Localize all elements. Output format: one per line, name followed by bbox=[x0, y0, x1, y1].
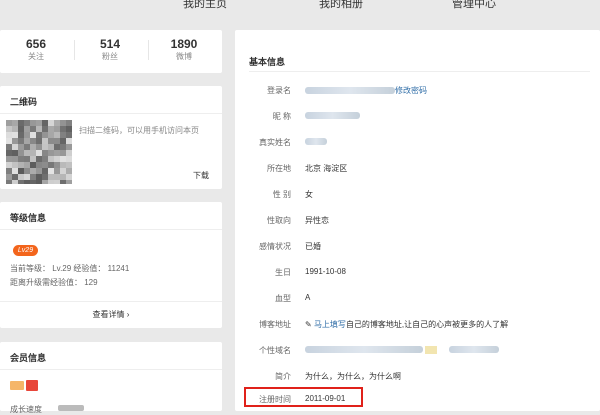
tab-admin-center[interactable]: 管理中心 bbox=[452, 0, 496, 11]
label-login: 登录名 bbox=[267, 86, 291, 95]
divider bbox=[249, 71, 590, 72]
blog-hint: 自己的博客地址,让自己的心声被更多的人了解 bbox=[345, 320, 509, 329]
divider bbox=[0, 113, 222, 114]
basic-info-panel: 基本信息 登录名 修改密码 昵 称 真实姓名 所在地 北京 海淀区 性 别 女 … bbox=[235, 30, 600, 411]
label-location: 所在地 bbox=[267, 164, 291, 173]
blurred-text bbox=[449, 346, 500, 354]
blurred-text bbox=[305, 87, 395, 95]
label-gender: 性 别 bbox=[272, 190, 291, 199]
member-icon bbox=[10, 381, 24, 390]
value-birthday: 1991-10-08 bbox=[305, 267, 346, 276]
qr-pixel bbox=[66, 180, 72, 184]
stat-value: 1890 bbox=[170, 37, 198, 51]
value-bloodtype: A bbox=[305, 293, 311, 302]
blurred-text bbox=[305, 138, 327, 146]
label-nickname: 昵 称 bbox=[272, 112, 291, 121]
value-register-time: 2011-09-01 bbox=[305, 394, 346, 403]
qr-panel: 二维码 扫描二维码，可以用手机访问本页 下载 bbox=[0, 86, 222, 189]
tab-my-album[interactable]: 我的相册 bbox=[319, 0, 363, 11]
label-orientation: 性取向 bbox=[267, 216, 291, 225]
blurred-text bbox=[305, 112, 360, 120]
tab-my-home[interactable]: 我的主页 bbox=[183, 0, 227, 11]
pencil-icon: ✎ bbox=[305, 320, 312, 329]
change-password-link[interactable]: 修改密码 bbox=[395, 86, 427, 95]
top-nav: 我的主页 我的相册 管理中心 bbox=[0, 0, 600, 16]
divider bbox=[0, 369, 222, 370]
value-intro: 为什么，为什么，为什么啊 bbox=[305, 372, 401, 381]
member-vip-icon bbox=[26, 380, 38, 391]
label-birthday: 生日 bbox=[275, 268, 291, 277]
blurred-text bbox=[305, 346, 423, 354]
value-orientation: 异性恋 bbox=[305, 216, 329, 225]
label-blog: 博客地址 bbox=[259, 320, 291, 329]
label-intro: 简介 bbox=[275, 372, 291, 381]
level-badge: Lv29 bbox=[13, 245, 38, 256]
divider bbox=[0, 301, 222, 302]
qr-hint: 扫描二维码，可以用手机访问本页 bbox=[79, 126, 199, 135]
member-streak-label: 成长速度 bbox=[10, 405, 42, 414]
member-progress-bar bbox=[58, 405, 84, 411]
fill-in-link[interactable]: 马上填写 bbox=[314, 320, 346, 329]
stat-label: 微博 bbox=[176, 52, 192, 61]
panel-title: 等级信息 bbox=[10, 213, 47, 223]
level-panel: 等级信息 Lv29 当前等级： Lv.29 经验值： 11241 距离升级需经验… bbox=[0, 202, 222, 328]
level-detail-link[interactable]: 查看详情 › bbox=[0, 309, 222, 320]
value-relationship: 已婚 bbox=[305, 242, 321, 251]
stat-value: 514 bbox=[99, 37, 121, 51]
label-domain: 个性域名 bbox=[259, 346, 291, 355]
value-login: 修改密码 bbox=[305, 85, 427, 96]
value-domain bbox=[305, 345, 500, 354]
stat-label: 粉丝 bbox=[102, 52, 118, 61]
label-bloodtype: 血型 bbox=[275, 294, 291, 303]
value-realname bbox=[305, 137, 327, 146]
stats-panel: 656 关注 514 粉丝 1890 微博 bbox=[0, 30, 222, 73]
panel-title: 基本信息 bbox=[249, 57, 286, 67]
stat-value: 656 bbox=[25, 37, 47, 51]
qr-download-link[interactable]: 下载 bbox=[193, 170, 209, 181]
level-next: 距离升级需经验值： 129 bbox=[10, 278, 98, 287]
stat-followers[interactable]: 514 粉丝 bbox=[74, 37, 146, 63]
divider bbox=[0, 229, 222, 230]
value-nickname bbox=[305, 111, 360, 120]
label-register-time: 注册时间 bbox=[259, 395, 291, 404]
stat-weibo[interactable]: 1890 微博 bbox=[148, 37, 220, 63]
value-location: 北京 海淀区 bbox=[305, 164, 348, 173]
value-blog: ✎ 马上填写自己的博客地址,让自己的心声被更多的人了解 bbox=[305, 319, 508, 330]
panel-title: 会员信息 bbox=[10, 353, 47, 363]
value-gender: 女 bbox=[305, 190, 313, 199]
member-panel: 会员信息 成长速度 bbox=[0, 342, 222, 414]
level-current: 当前等级： Lv.29 经验值： 11241 bbox=[10, 264, 130, 273]
label-relationship: 感情状况 bbox=[259, 242, 291, 251]
blurred-icon bbox=[425, 345, 438, 354]
stat-label: 关注 bbox=[28, 52, 44, 61]
qr-code-image bbox=[6, 120, 72, 184]
stat-following[interactable]: 656 关注 bbox=[0, 37, 72, 63]
label-realname: 真实姓名 bbox=[259, 138, 291, 147]
panel-title: 二维码 bbox=[10, 97, 38, 107]
